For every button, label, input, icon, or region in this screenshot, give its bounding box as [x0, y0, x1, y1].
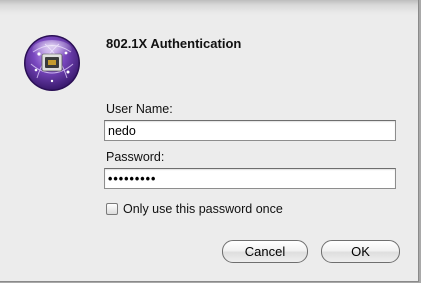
dialog-title: 802.1X Authentication [106, 36, 242, 51]
network-lock-icon [24, 35, 80, 91]
one-time-password-label: Only use this password once [123, 202, 283, 216]
username-field[interactable] [104, 120, 396, 141]
ok-button[interactable]: OK [321, 240, 400, 263]
username-label: User Name: [106, 102, 173, 116]
cancel-button[interactable]: Cancel [222, 240, 308, 263]
one-time-password-option[interactable]: Only use this password once [106, 202, 283, 216]
one-time-password-checkbox[interactable] [106, 203, 118, 215]
password-field[interactable] [104, 168, 396, 189]
auth-dialog: 802.1X Authentication User Name: Passwor… [0, 0, 419, 282]
title-shadow [0, 0, 418, 16]
password-label: Password: [106, 150, 165, 164]
